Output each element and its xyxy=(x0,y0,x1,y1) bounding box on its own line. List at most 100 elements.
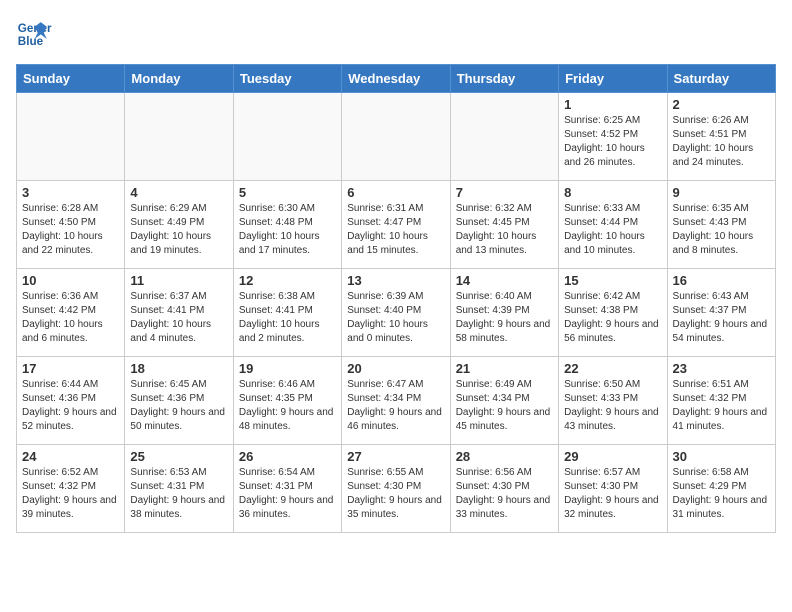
day-info: Sunrise: 6:25 AM Sunset: 4:52 PM Dayligh… xyxy=(564,114,661,170)
day-number: 12 xyxy=(239,273,336,288)
day-number: 8 xyxy=(564,185,661,200)
day-info: Sunrise: 6:28 AM Sunset: 4:50 PM Dayligh… xyxy=(22,202,119,258)
day-number: 21 xyxy=(456,361,553,376)
calendar-cell: 14 Sunrise: 6:40 AM Sunset: 4:39 PM Dayli… xyxy=(450,269,558,357)
day-info: Sunrise: 6:50 AM Sunset: 4:33 PM Dayligh… xyxy=(564,378,661,434)
day-info: Sunrise: 6:30 AM Sunset: 4:48 PM Dayligh… xyxy=(239,202,336,258)
logo: General Blue xyxy=(16,16,52,52)
calendar-week-1: 3 Sunrise: 6:28 AM Sunset: 4:50 PM Daylig… xyxy=(17,181,776,269)
day-info: Sunrise: 6:40 AM Sunset: 4:39 PM Dayligh… xyxy=(456,290,553,346)
calendar-cell: 16 Sunrise: 6:43 AM Sunset: 4:37 PM Dayli… xyxy=(667,269,775,357)
day-info: Sunrise: 6:58 AM Sunset: 4:29 PM Dayligh… xyxy=(673,466,770,522)
day-info: Sunrise: 6:46 AM Sunset: 4:35 PM Dayligh… xyxy=(239,378,336,434)
calendar-week-3: 17Sunrise: 6:44 AM Sunset: 4:36 PM Dayli… xyxy=(17,357,776,445)
svg-text:Blue: Blue xyxy=(18,35,44,48)
calendar-cell: 19Sunrise: 6:46 AM Sunset: 4:35 PM Dayli… xyxy=(233,357,341,445)
day-info: Sunrise: 6:33 AM Sunset: 4:44 PM Dayligh… xyxy=(564,202,661,258)
calendar-cell xyxy=(342,93,450,181)
day-number: 25 xyxy=(130,449,227,464)
calendar-cell: 12 Sunrise: 6:38 AM Sunset: 4:41 PM Dayli… xyxy=(233,269,341,357)
day-number: 14 xyxy=(456,273,553,288)
calendar-cell: 20 Sunrise: 6:47 AM Sunset: 4:34 PM Dayli… xyxy=(342,357,450,445)
weekday-header-saturday: Saturday xyxy=(667,65,775,93)
day-number: 10 xyxy=(22,273,119,288)
general-blue-logo-icon: General Blue xyxy=(16,16,52,52)
day-number: 17 xyxy=(22,361,119,376)
day-info: Sunrise: 6:54 AM Sunset: 4:31 PM Dayligh… xyxy=(239,466,336,522)
day-number: 4 xyxy=(130,185,227,200)
day-info: Sunrise: 6:29 AM Sunset: 4:49 PM Dayligh… xyxy=(130,202,227,258)
weekday-header-thursday: Thursday xyxy=(450,65,558,93)
day-number: 16 xyxy=(673,273,770,288)
day-info: Sunrise: 6:37 AM Sunset: 4:41 PM Dayligh… xyxy=(130,290,227,346)
calendar-cell: 18 Sunrise: 6:45 AM Sunset: 4:36 PM Dayli… xyxy=(125,357,233,445)
day-number: 3 xyxy=(22,185,119,200)
day-info: Sunrise: 6:57 AM Sunset: 4:30 PM Dayligh… xyxy=(564,466,661,522)
calendar-cell: 2 Sunrise: 6:26 AM Sunset: 4:51 PM Daylig… xyxy=(667,93,775,181)
calendar-cell: 15 Sunrise: 6:42 AM Sunset: 4:38 PM Dayli… xyxy=(559,269,667,357)
calendar-week-0: 1Sunrise: 6:25 AM Sunset: 4:52 PM Daylig… xyxy=(17,93,776,181)
calendar-cell: 28Sunrise: 6:56 AM Sunset: 4:30 PM Dayli… xyxy=(450,445,558,533)
calendar-cell xyxy=(125,93,233,181)
day-info: Sunrise: 6:36 AM Sunset: 4:42 PM Dayligh… xyxy=(22,290,119,346)
calendar-week-2: 10 Sunrise: 6:36 AM Sunset: 4:42 PM Dayli… xyxy=(17,269,776,357)
day-number: 24 xyxy=(22,449,119,464)
day-number: 15 xyxy=(564,273,661,288)
calendar-cell: 5 Sunrise: 6:30 AM Sunset: 4:48 PM Daylig… xyxy=(233,181,341,269)
day-number: 18 xyxy=(130,361,227,376)
weekday-header-monday: Monday xyxy=(125,65,233,93)
svg-text:General: General xyxy=(18,22,52,35)
calendar-cell: 9 Sunrise: 6:35 AM Sunset: 4:43 PM Daylig… xyxy=(667,181,775,269)
day-info: Sunrise: 6:32 AM Sunset: 4:45 PM Dayligh… xyxy=(456,202,553,258)
day-number: 6 xyxy=(347,185,444,200)
day-info: Sunrise: 6:49 AM Sunset: 4:34 PM Dayligh… xyxy=(456,378,553,434)
calendar-cell: 30Sunrise: 6:58 AM Sunset: 4:29 PM Dayli… xyxy=(667,445,775,533)
header: General Blue xyxy=(16,16,776,52)
day-info: Sunrise: 6:38 AM Sunset: 4:41 PM Dayligh… xyxy=(239,290,336,346)
calendar-cell: 27 Sunrise: 6:55 AM Sunset: 4:30 PM Dayli… xyxy=(342,445,450,533)
calendar-table: SundayMondayTuesdayWednesdayThursdayFrid… xyxy=(16,64,776,533)
day-info: Sunrise: 6:45 AM Sunset: 4:36 PM Dayligh… xyxy=(130,378,227,434)
calendar-week-4: 24 Sunrise: 6:52 AM Sunset: 4:32 PM Dayli… xyxy=(17,445,776,533)
day-number: 9 xyxy=(673,185,770,200)
day-info: Sunrise: 6:53 AM Sunset: 4:31 PM Dayligh… xyxy=(130,466,227,522)
calendar-cell: 7Sunrise: 6:32 AM Sunset: 4:45 PM Daylig… xyxy=(450,181,558,269)
day-number: 28 xyxy=(456,449,553,464)
calendar-cell xyxy=(17,93,125,181)
calendar-cell: 29Sunrise: 6:57 AM Sunset: 4:30 PM Dayli… xyxy=(559,445,667,533)
day-number: 26 xyxy=(239,449,336,464)
calendar-cell: 3 Sunrise: 6:28 AM Sunset: 4:50 PM Daylig… xyxy=(17,181,125,269)
day-number: 2 xyxy=(673,97,770,112)
calendar-cell: 1Sunrise: 6:25 AM Sunset: 4:52 PM Daylig… xyxy=(559,93,667,181)
weekday-header-friday: Friday xyxy=(559,65,667,93)
calendar-cell xyxy=(233,93,341,181)
calendar-header-row: SundayMondayTuesdayWednesdayThursdayFrid… xyxy=(17,65,776,93)
day-info: Sunrise: 6:47 AM Sunset: 4:34 PM Dayligh… xyxy=(347,378,444,434)
day-number: 23 xyxy=(673,361,770,376)
calendar-cell: 6 Sunrise: 6:31 AM Sunset: 4:47 PM Daylig… xyxy=(342,181,450,269)
calendar-cell: 8 Sunrise: 6:33 AM Sunset: 4:44 PM Daylig… xyxy=(559,181,667,269)
day-info: Sunrise: 6:55 AM Sunset: 4:30 PM Dayligh… xyxy=(347,466,444,522)
day-info: Sunrise: 6:52 AM Sunset: 4:32 PM Dayligh… xyxy=(22,466,119,522)
day-number: 20 xyxy=(347,361,444,376)
day-info: Sunrise: 6:43 AM Sunset: 4:37 PM Dayligh… xyxy=(673,290,770,346)
calendar-cell xyxy=(450,93,558,181)
day-number: 22 xyxy=(564,361,661,376)
day-info: Sunrise: 6:26 AM Sunset: 4:51 PM Dayligh… xyxy=(673,114,770,170)
calendar-cell: 13Sunrise: 6:39 AM Sunset: 4:40 PM Dayli… xyxy=(342,269,450,357)
calendar-cell: 21 Sunrise: 6:49 AM Sunset: 4:34 PM Dayli… xyxy=(450,357,558,445)
day-number: 27 xyxy=(347,449,444,464)
weekday-header-tuesday: Tuesday xyxy=(233,65,341,93)
calendar-cell: 17Sunrise: 6:44 AM Sunset: 4:36 PM Dayli… xyxy=(17,357,125,445)
day-info: Sunrise: 6:51 AM Sunset: 4:32 PM Dayligh… xyxy=(673,378,770,434)
calendar-cell: 25 Sunrise: 6:53 AM Sunset: 4:31 PM Dayli… xyxy=(125,445,233,533)
calendar-cell: 11 Sunrise: 6:37 AM Sunset: 4:41 PM Dayli… xyxy=(125,269,233,357)
day-info: Sunrise: 6:42 AM Sunset: 4:38 PM Dayligh… xyxy=(564,290,661,346)
day-info: Sunrise: 6:35 AM Sunset: 4:43 PM Dayligh… xyxy=(673,202,770,258)
day-number: 13 xyxy=(347,273,444,288)
day-info: Sunrise: 6:31 AM Sunset: 4:47 PM Dayligh… xyxy=(347,202,444,258)
day-number: 5 xyxy=(239,185,336,200)
weekday-header-wednesday: Wednesday xyxy=(342,65,450,93)
day-number: 11 xyxy=(130,273,227,288)
calendar-cell: 22 Sunrise: 6:50 AM Sunset: 4:33 PM Dayli… xyxy=(559,357,667,445)
